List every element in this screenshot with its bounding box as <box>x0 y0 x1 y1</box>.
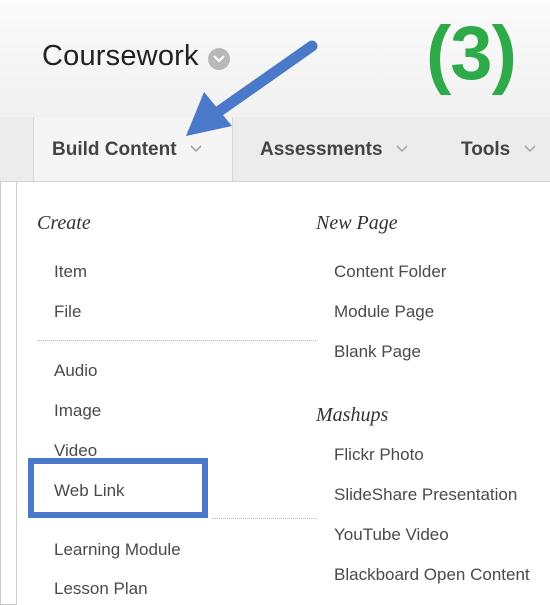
menu-item-blank-page[interactable]: Blank Page <box>334 342 421 362</box>
chevron-down-icon <box>523 115 536 181</box>
page-title: Coursework <box>42 40 199 72</box>
tab-build-content[interactable]: Build Content <box>33 117 233 181</box>
menu-separator <box>212 518 316 519</box>
tab-assessments[interactable]: Assessments <box>260 117 408 181</box>
menu-item-content-folder[interactable]: Content Folder <box>334 262 446 282</box>
menu-item-file[interactable]: File <box>54 302 81 322</box>
menu-item-item[interactable]: Item <box>54 262 87 282</box>
section-heading-new-page: New Page <box>316 212 398 234</box>
tab-build-content-label: Build Content <box>52 139 177 161</box>
menu-item-learning-module[interactable]: Learning Module <box>54 540 181 560</box>
chevron-down-icon <box>190 115 202 181</box>
menu-item-slideshare-presentation[interactable]: SlideShare Presentation <box>334 485 517 505</box>
menu-item-image[interactable]: Image <box>54 401 101 421</box>
section-heading-create: Create <box>37 212 91 234</box>
menu-item-module-page[interactable]: Module Page <box>334 302 434 322</box>
action-menubar: Build Content Assessments Tools <box>0 117 550 182</box>
title-options-chevron-icon[interactable] <box>208 48 230 70</box>
chevron-down-icon <box>396 115 408 181</box>
menu-item-flickr-photo[interactable]: Flickr Photo <box>334 445 424 465</box>
section-heading-mashups: Mashups <box>316 404 389 426</box>
tab-tools[interactable]: Tools <box>461 117 536 181</box>
tab-assessments-label: Assessments <box>260 139 383 161</box>
menu-item-lesson-plan[interactable]: Lesson Plan <box>54 579 148 599</box>
menu-separator <box>38 340 316 341</box>
content-area-header: Coursework (3) <box>0 0 550 118</box>
menu-item-youtube-video[interactable]: YouTube Video <box>334 525 449 545</box>
tab-tools-label: Tools <box>461 139 511 161</box>
web-link-highlight-box <box>28 458 208 518</box>
menu-item-blackboard-open-content[interactable]: Blackboard Open Content <box>334 565 530 585</box>
step-number-annotation: (3) <box>426 11 517 96</box>
menu-item-audio[interactable]: Audio <box>54 361 97 381</box>
